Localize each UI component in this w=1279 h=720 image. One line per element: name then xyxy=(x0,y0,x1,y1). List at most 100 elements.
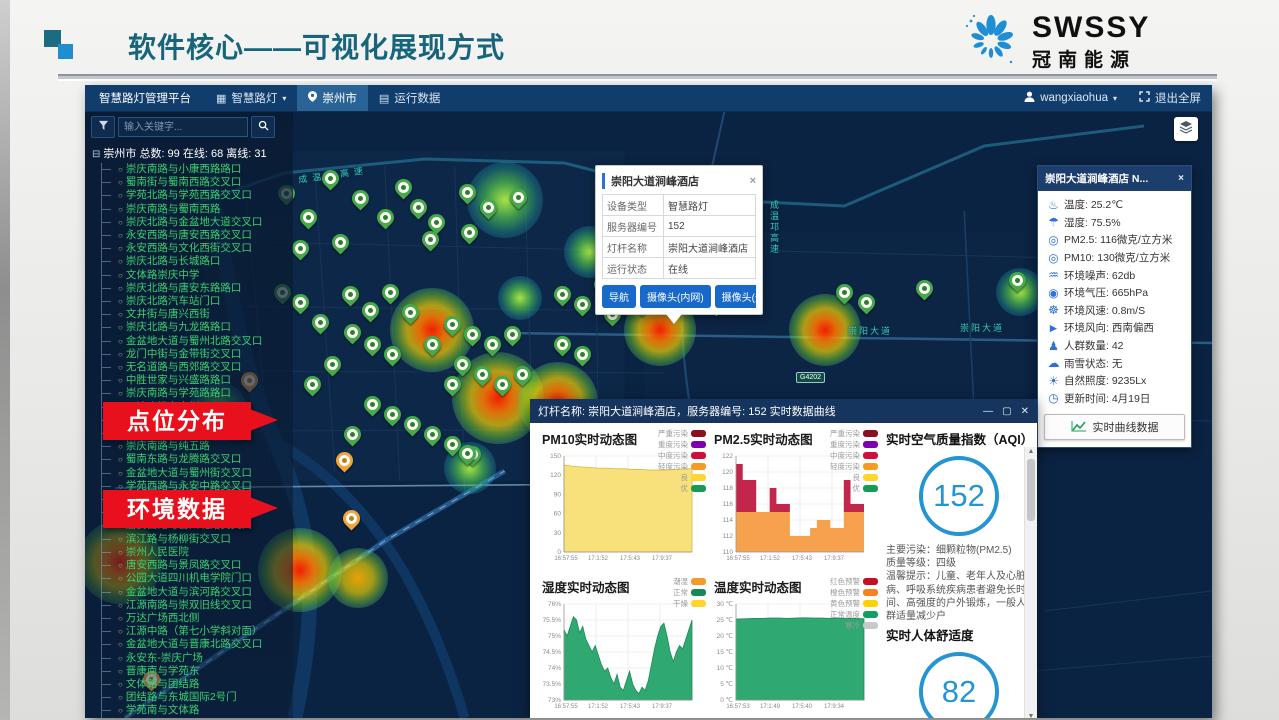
popup-action-button[interactable]: 导航 xyxy=(602,285,636,308)
lamp-node-icon: ○ xyxy=(118,257,123,266)
search-row xyxy=(91,116,293,138)
reading-text: 环境风向: 西南偏西 xyxy=(1064,320,1154,335)
sidebar-tree-item[interactable]: ○永安西路与唐安西路交叉口 xyxy=(101,229,293,242)
legend-entry: 红色预警 xyxy=(830,576,878,587)
sidebar-tree-item[interactable]: ○江源南路与崇双旧线交叉口 xyxy=(101,599,293,612)
sidebar-tree-item[interactable]: ○崇庆南路与小康西路路口 xyxy=(101,163,293,176)
sidebar-tree-item[interactable]: ○崇庆北路与金盆地大道交叉口 xyxy=(101,216,293,229)
magnifier-icon: ◎ xyxy=(1045,233,1062,247)
sidebar-tree-item[interactable]: ○公园大道四川机电学院门口 xyxy=(101,572,293,585)
environment-reading-row: ☂湿度: 75.5% xyxy=(1045,214,1187,232)
lamp-node-icon: ○ xyxy=(118,601,123,610)
sidebar-tree-item[interactable]: ○龙门中街与金带街交叉口 xyxy=(101,348,293,361)
legend-swatch xyxy=(691,430,706,437)
environment-reading-row: ☁雨雪状态: 无 xyxy=(1045,354,1187,372)
temperature-chart: 温度实时动态图 红色预警橙色预警黄色预警正常温度寒冷 0 ℃5 ℃10 ℃15 … xyxy=(710,575,880,718)
callout-point-distribution: 点位分布 xyxy=(103,402,251,440)
close-icon[interactable]: × xyxy=(750,175,756,187)
sidebar-tree-item[interactable]: ○金盆地大道与晋康北路交叉口 xyxy=(101,638,293,651)
exit-fullscreen-button[interactable]: 退出全屏 xyxy=(1128,85,1212,111)
lamp-node-icon: ○ xyxy=(118,640,123,649)
panel-scrollbar[interactable]: ▲ ▼ xyxy=(1024,447,1037,718)
sidebar-tree-item[interactable]: ○金盆地大道与滨河路交叉口 xyxy=(101,586,293,599)
app-navbar: 智慧路灯管理平台 ▦ 智慧路灯 ▾ 崇州市 ▤ 运行数据 xyxy=(85,85,1212,112)
search-button[interactable] xyxy=(251,116,275,138)
lamp-node-icon: ○ xyxy=(118,706,123,715)
chart-plot: 73%73.5%74%74.5%75%75.5%76%16:57:5517:1:… xyxy=(538,596,708,718)
popup-action-button[interactable]: 摄像头(外网) xyxy=(715,285,756,308)
sidebar-tree-item[interactable]: ○滨江路与杨柳街交叉口 xyxy=(101,533,293,546)
environment-reading-row: ►环境风向: 西南偏西 xyxy=(1045,319,1187,337)
nav-item-smart-lamp[interactable]: ▦ 智慧路灯 ▾ xyxy=(205,85,297,111)
sidebar-tree-item[interactable]: ○文体路与团结路 xyxy=(101,678,293,691)
scroll-up-icon[interactable]: ▲ xyxy=(1028,447,1035,457)
restore-icon[interactable]: ▢ xyxy=(1002,406,1011,417)
lamp-node-icon: ○ xyxy=(118,654,123,663)
sidebar-tree-item[interactable]: ○学苑北路与学苑西路交叉口 xyxy=(101,189,293,202)
lamp-node-icon: ○ xyxy=(118,680,123,689)
tree-root-node[interactable]: ⊟崇州市 总数: 99 在线: 68 离线: 31 xyxy=(92,145,293,161)
sidebar-tree-item[interactable]: ○蜀南街与蜀南西路交叉口 xyxy=(101,176,293,189)
popup-action-button[interactable]: 摄像头(内网) xyxy=(640,285,711,308)
nav-item-run-data[interactable]: ▤ 运行数据 xyxy=(368,85,451,111)
close-icon[interactable]: ✕ xyxy=(1021,406,1029,417)
map-layers-button[interactable] xyxy=(1174,117,1198,141)
sidebar-tree-item[interactable]: ○崇庆北路与长城路口 xyxy=(101,255,293,268)
sidebar-tree-item[interactable]: ○金盆地大道与蜀州北路交叉口 xyxy=(101,335,293,348)
realtime-curve-button[interactable]: 实时曲线数据 xyxy=(1044,414,1185,440)
legend-swatch xyxy=(863,474,878,481)
data-monitor-icon: ▤ xyxy=(379,92,389,105)
sidebar-tree-item[interactable]: ○崇庆南路与蜀南西路 xyxy=(101,203,293,216)
reading-text: 环境风速: 0.8m/S xyxy=(1064,303,1145,318)
comfort-value: 82 xyxy=(942,674,976,710)
sidebar-tree-item[interactable]: ○崇庆南路与学苑路路口 xyxy=(101,387,293,400)
sidebar-tree-item[interactable]: ○唐安西路与景凤路交叉口 xyxy=(101,559,293,572)
sidebar-tree-item[interactable]: ○崇庆北路与九龙路路口 xyxy=(101,321,293,334)
sidebar-tree-item[interactable]: ○万达广场西北侧 xyxy=(101,612,293,625)
environment-panel: 崇阳大道涧峰酒店 N... × ♨温度: 25.2℃☂湿度: 75.5%◎PM2… xyxy=(1037,165,1192,448)
sidebar-tree-item[interactable]: ○崇庆南路与纯五路 xyxy=(101,440,293,453)
nav-item-city[interactable]: 崇州市 xyxy=(297,85,368,111)
close-icon[interactable]: × xyxy=(1178,173,1184,184)
sidebar-tree-item[interactable]: ○永安东-崇庆广场 xyxy=(101,652,293,665)
minimize-icon[interactable]: — xyxy=(983,406,993,417)
sidebar-tree-item[interactable]: ○崇州人民医院 xyxy=(101,546,293,559)
environment-panel-header: 崇阳大道涧峰酒店 N... × xyxy=(1038,166,1191,191)
exit-fullscreen-icon xyxy=(1139,91,1150,105)
sidebar-tree-item[interactable]: ○无名道路与西郊路交叉口 xyxy=(101,361,293,374)
legend-swatch xyxy=(863,441,878,448)
environment-reading-row: ♒环境噪声: 62db xyxy=(1045,266,1187,284)
sidebar-tree-item[interactable]: ○晋康南与学苑东 xyxy=(101,665,293,678)
detail-label: 运行状态 xyxy=(603,258,664,279)
reading-text: 环境噪声: 62db xyxy=(1064,268,1135,283)
scroll-down-icon[interactable]: ▼ xyxy=(1028,712,1035,718)
sidebar-tree-item[interactable]: ○文井街与唐兴西街 xyxy=(101,308,293,321)
realtime-panel-titlebar[interactable]: 灯杆名称: 崇阳大道涧峰酒店，服务器编号: 152 实时数据曲线 —▢✕ xyxy=(530,399,1037,423)
street-label: 崇阳大道 xyxy=(960,321,1004,334)
sidebar-tree-item[interactable]: ○金盆地大道与蜀州街交叉口 xyxy=(101,467,293,480)
sidebar-tree-item[interactable]: ○文体路崇庆中学 xyxy=(101,269,293,282)
filter-button[interactable] xyxy=(91,116,115,138)
sidebar-tree-item[interactable]: ○蜀南东路与龙腾路交叉口 xyxy=(101,453,293,466)
sidebar-tree-item[interactable]: ○崇庆北路与唐安东路路口 xyxy=(101,282,293,295)
lamp-node-icon: ○ xyxy=(118,693,123,702)
svg-text:16:57:55: 16:57:55 xyxy=(726,556,750,562)
sidebar-tree-item[interactable]: ○团结路与东城国际2号门 xyxy=(101,691,293,704)
sidebar-tree-item[interactable]: ○江源中路（第七小学斜对面） xyxy=(101,625,293,638)
user-menu[interactable]: wangxiaohua ▾ xyxy=(1013,85,1128,111)
tree-collapse-icon[interactable]: ⊟ xyxy=(92,149,100,160)
sidebar-tree-item[interactable]: ○永安西路与文化西街交叉口 xyxy=(101,242,293,255)
sidebar-tree-item[interactable]: ○学苑南与文体路 xyxy=(101,704,293,717)
sidebar-tree-item[interactable]: ○崇庆北路汽车站门口 xyxy=(101,295,293,308)
svg-text:16:57:55: 16:57:55 xyxy=(554,704,578,710)
legend-swatch xyxy=(691,474,706,481)
search-input[interactable] xyxy=(118,117,248,137)
realtime-curve-label: 实时曲线数据 xyxy=(1093,419,1159,435)
svg-text:17:5:40: 17:5:40 xyxy=(792,704,813,710)
sidebar-tree-item[interactable]: ○中胜世家与兴盛路路口 xyxy=(101,374,293,387)
reading-text: 人群数量: 42 xyxy=(1064,338,1124,353)
legend-swatch xyxy=(863,452,878,459)
detail-value: 智慧路灯 xyxy=(664,195,756,216)
scrollbar-thumb[interactable] xyxy=(1027,459,1035,521)
detail-label: 设备类型 xyxy=(603,195,664,216)
